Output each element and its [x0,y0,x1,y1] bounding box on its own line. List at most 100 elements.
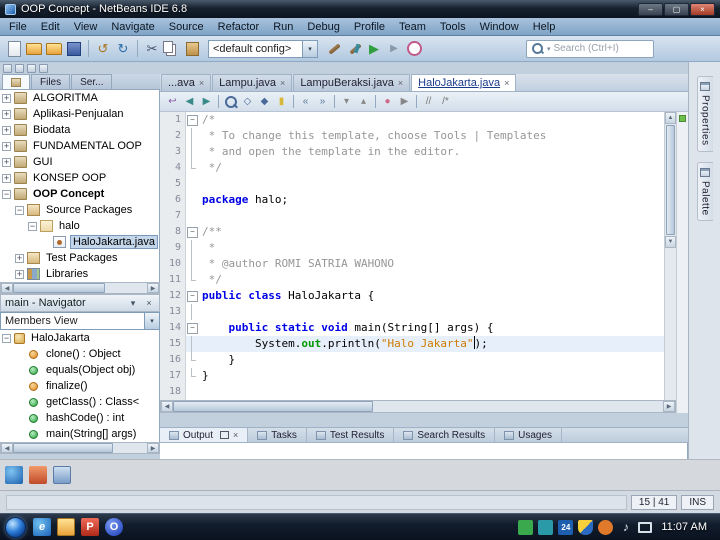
expand-toggle-icon[interactable]: + [2,157,11,167]
start-button[interactable] [5,516,26,538]
copy-icon[interactable] [162,39,182,59]
profile-project-icon[interactable] [404,39,424,59]
run-macro-icon[interactable]: ▶ [396,93,413,110]
editor-horizontal-scrollbar[interactable] [160,400,676,413]
mini-button-2[interactable] [15,63,24,73]
code-line-16[interactable]: 16 } [160,352,664,368]
titlebar[interactable]: OOP Concept - NetBeans IDE 6.8 – ▢ × [0,0,720,18]
code-line-12[interactable]: 12 public class HaloJakarta { [160,288,664,304]
fold-toggle-icon[interactable] [186,224,198,240]
project-item-konsep-oop[interactable]: + KONSEP OOP [0,170,159,186]
fold-toggle-icon[interactable] [186,288,198,304]
scroll-up-icon[interactable] [665,112,676,124]
record-macro-icon[interactable]: ● [379,93,396,110]
code-line-11[interactable]: 11 */ [160,272,664,288]
comment-icon[interactable]: // [420,93,437,110]
test-results-tab[interactable]: Test Results [307,428,395,442]
config-dropdown[interactable]: <default config> ▾ [208,39,318,58]
code-line-10[interactable]: 10 * @author ROMI SATRIA WAHONO [160,256,664,272]
tray-security-shield-icon[interactable] [578,519,594,535]
scrollbar-thumb[interactable] [666,125,675,235]
opera-browser-icon[interactable]: O [105,518,123,536]
debug-project-icon[interactable]: ▶ [384,39,404,59]
clock[interactable]: 11:07 AM [657,521,715,533]
menu-window[interactable]: Window [473,19,526,35]
code-line-13[interactable]: 13 [160,304,664,320]
navigator-item-halojakarta[interactable]: − HaloJakarta [0,330,159,346]
pdf-reader-icon[interactable]: P [81,518,99,536]
collapse-toggle-icon[interactable]: − [2,189,11,199]
save-all-icon[interactable] [64,39,84,59]
collapse-toggle-icon[interactable]: − [15,205,24,215]
navigator-item-main-string-args[interactable]: main(String[] args) [0,426,159,442]
mini-button-4[interactable] [39,63,48,73]
expand-toggle-icon[interactable]: + [2,125,11,135]
find-next-icon[interactable]: ◇ [239,93,256,110]
usages-tab[interactable]: Usages [495,428,563,442]
uncomment-icon[interactable]: /* [437,93,454,110]
navigator-horizontal-scrollbar[interactable] [0,442,160,454]
tasks-tab[interactable]: Tasks [248,428,307,442]
fold-toggle-icon[interactable] [186,320,198,336]
scrollbar-thumb[interactable] [173,401,373,412]
tray-update-icon[interactable] [598,519,614,535]
scroll-down-icon[interactable] [665,236,676,248]
navigator-item-hashcode-int[interactable]: hashCode() : int [0,410,159,426]
menu-file[interactable]: File [2,19,34,35]
menu-view[interactable]: View [67,19,105,35]
float-window-icon[interactable] [220,431,230,439]
scroll-right-icon[interactable] [147,283,159,293]
tray-volume-icon[interactable]: ♪ [618,520,633,535]
undo-icon[interactable]: ↺ [93,39,113,59]
search-box[interactable]: ▾ Search (Ctrl+I) [526,39,654,58]
project-item-source-packages[interactable]: − Source Packages [0,202,159,218]
tab-prev-file[interactable]: ...ava × [161,74,212,91]
menu-run[interactable]: Run [266,19,300,35]
close-tab-icon[interactable]: × [504,78,509,88]
menu-profile[interactable]: Profile [347,19,392,35]
code-line-9[interactable]: 9 * [160,240,664,256]
tray-network-icon[interactable] [638,521,653,533]
next-error-icon[interactable]: ▾ [338,93,355,110]
scroll-left-icon[interactable] [1,283,13,293]
fold-toggle-icon[interactable] [186,112,198,128]
internet-browser-icon[interactable]: e [33,518,51,536]
scroll-right-icon[interactable] [147,443,159,453]
desktop-shortcut-1[interactable] [5,466,23,484]
tab-lampu-java[interactable]: Lampu.java × [212,74,293,91]
expand-toggle-icon[interactable]: + [15,253,24,263]
menu-navigate[interactable]: Navigate [104,19,161,35]
tray-antivirus-icon[interactable] [518,519,534,535]
palette-tab[interactable]: Palette [696,161,713,222]
code-line-18[interactable]: 18 [160,384,664,400]
folder-icon[interactable] [57,518,75,536]
toggle-highlight-icon[interactable]: ▮ [273,93,290,110]
code-line-6[interactable]: 6 package halo; [160,192,664,208]
menu-team[interactable]: Team [392,19,433,35]
files-tab[interactable]: Files [31,74,71,89]
tray-date-icon[interactable]: 24 [558,519,574,535]
project-item-halo[interactable]: − halo [0,218,159,234]
scrollbar-thumb[interactable] [13,283,105,293]
new-file-icon[interactable] [4,39,24,59]
scroll-right-icon[interactable] [663,401,675,412]
build-project-icon[interactable] [324,39,344,59]
close-tab-icon[interactable]: × [398,78,403,88]
find-selection-icon[interactable] [222,93,239,110]
code-line-4[interactable]: 4 */ [160,160,664,176]
expand-toggle-icon[interactable]: + [15,269,24,279]
minimize-button[interactable]: – [638,2,663,16]
tray-messenger-icon[interactable] [538,519,554,535]
menu-source[interactable]: Source [162,19,211,35]
menu-refactor[interactable]: Refactor [211,19,267,35]
navigator-header[interactable]: main - Navigator ▾ × [0,294,160,312]
code-line-1[interactable]: 1 /* [160,112,664,128]
code-line-8[interactable]: 8 /** [160,224,664,240]
navigator-view-dropdown[interactable]: Members View ▾ [0,312,160,330]
scroll-left-icon[interactable] [1,443,13,453]
expand-toggle-icon[interactable]: + [2,141,11,151]
navigator-item-equals-object-obj[interactable]: equals(Object obj) [0,362,159,378]
clean-build-project-icon[interactable] [344,39,364,59]
project-item-aplikasi-penjualan[interactable]: + Aplikasi-Penjualan [0,106,159,122]
code-line-5[interactable]: 5 [160,176,664,192]
